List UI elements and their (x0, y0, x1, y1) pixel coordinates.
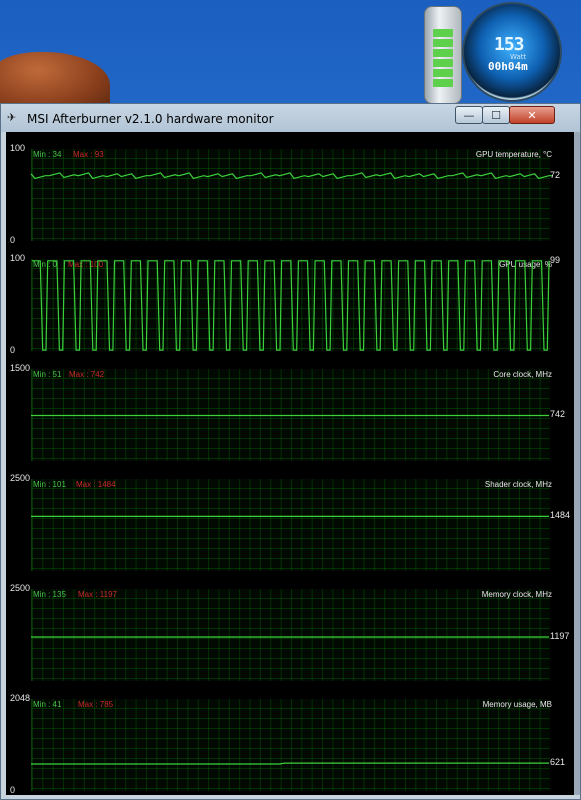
y-axis-min-label: 0 (10, 345, 16, 355)
graph-panel-core-clock: 1500 Min : 51 Max : 742 Core clock, MHz 742 (6, 355, 574, 465)
maximize-button[interactable]: ☐ (482, 106, 510, 124)
afterburner-app-icon: ✈ (7, 111, 17, 124)
y-axis-max-label: 1500 (10, 363, 31, 373)
series-path (31, 762, 549, 765)
graph-area: 100 0 Min : 34 Max : 93 GPU temperature, °C 7… (6, 132, 574, 795)
y-axis-max-label: 2500 (10, 473, 31, 483)
graph-panel-memory-usage: 2048 0 Min : 41 Max : 785 Memory usage, MB 62… (6, 685, 574, 795)
series-line-memory-usage (31, 762, 549, 765)
graph-panel-shader-clock: 2500 Min : 101 Max : 1484 Shader clock, MHz… (6, 465, 574, 575)
minimize-icon: — (463, 108, 475, 122)
series-path (30, 172, 553, 180)
power-dial: 153 Watt 00h04m (462, 2, 562, 102)
graph-panel-memory-clock: 2500 Min : 135 Max : 1197 Memory clock, MHz… (6, 575, 574, 685)
series-path (32, 260, 550, 351)
series-line-memory-clock (31, 636, 549, 638)
close-button[interactable]: ✕ (509, 106, 555, 124)
elapsed-time: 00h04m (488, 60, 528, 73)
series-line-gpu-usage (32, 260, 550, 351)
minimize-button[interactable]: — (455, 106, 483, 124)
current-value-label: 742 (550, 409, 566, 420)
current-value-label: 621 (550, 757, 566, 768)
current-value-label: 1197 (550, 630, 570, 641)
current-value-label: 1484 (550, 510, 571, 521)
y-axis-max-label: 2500 (10, 583, 31, 593)
close-icon: ✕ (527, 108, 537, 122)
graph-panel-gpu-usage: 100 0 Min : 0 Max : 100 GPU usage, % 99 (6, 245, 574, 355)
current-value-label: 99 (550, 254, 561, 265)
series-line-core-clock (31, 414, 549, 417)
series-line-gpu-temperature (30, 172, 553, 180)
y-axis-min-label: 0 (10, 235, 16, 245)
y-axis-max-label: 100 (10, 253, 26, 263)
y-axis-min-label: 0 (10, 785, 16, 795)
power-meter-gadget[interactable]: 153 Watt 00h04m (418, 0, 578, 108)
battery-gauge (424, 6, 462, 104)
window-title: MSI Afterburner v2.1.0 hardware monitor (27, 112, 274, 126)
y-axis-max-label: 100 (10, 143, 26, 153)
current-value-label: 72 (550, 169, 561, 180)
hardware-monitor-window: ✈ MSI Afterburner v2.1.0 hardware monito… (0, 103, 581, 800)
y-axis-max-label: 2048 (10, 693, 31, 703)
maximize-icon: ☐ (491, 108, 501, 122)
vertical-scrollbar[interactable] (574, 132, 580, 795)
power-value: 153 (494, 34, 524, 55)
series-line-shader-clock (31, 515, 549, 518)
graph-panel-gpu-temperature: 100 0 Min : 34 Max : 93 GPU temperature, °C 7… (6, 135, 574, 245)
scrollbar-thumb[interactable] (574, 132, 580, 795)
